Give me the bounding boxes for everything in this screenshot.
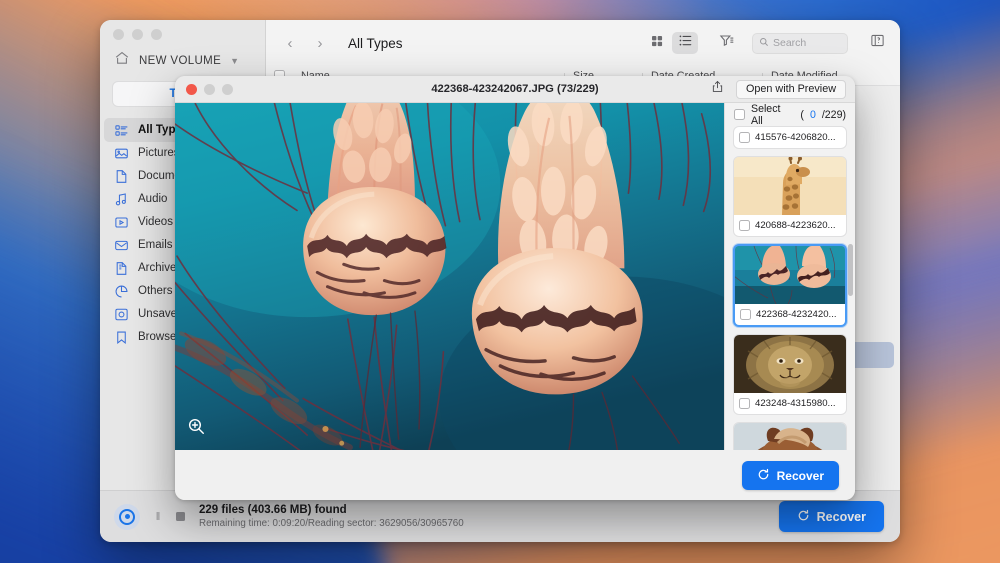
thumbnail-card[interactable]: 415576-4206820...: [733, 126, 847, 149]
sidebar-item-label: Audio: [138, 193, 168, 205]
thumbnail-row: 422368-4232420...: [735, 304, 845, 325]
thumbnail-card[interactable]: 431600-4392910...: [733, 422, 847, 450]
home-icon: [114, 50, 130, 71]
scan-status-text: 229 files (403.66 MB) found Remaining ti…: [199, 504, 464, 529]
thumbnail-scrollbar[interactable]: [848, 244, 853, 296]
search-input[interactable]: Search: [752, 32, 848, 54]
preview-title-actions: Open with Preview: [709, 79, 846, 99]
emails-icon: [114, 238, 129, 253]
scan-progress-indicator: [114, 503, 140, 530]
giraffe-thumbnail: [734, 157, 846, 215]
browser-bookmarks-icon: [114, 330, 129, 345]
all-types-icon: [114, 123, 129, 138]
hippo-thumbnail: [734, 423, 846, 450]
image-preview-window: 422368-423242067.JPG (73/229) Open with …: [175, 76, 855, 500]
preview-image-pane[interactable]: [175, 103, 724, 450]
maximize-button[interactable]: [151, 28, 162, 40]
select-all-row[interactable]: Select All (0/229): [725, 102, 855, 127]
thumbnail-filename: 422368-4232420...: [756, 309, 837, 320]
thumbnail-rail: Select All (0/229) 415576-4206820... 420…: [724, 103, 855, 450]
search-placeholder-text: Search: [773, 37, 807, 49]
grid-view-button[interactable]: [644, 32, 670, 54]
files-found-label: 229 files (403.66 MB) found: [199, 504, 347, 516]
sidebar-item-label: Emails: [138, 239, 173, 251]
thumbnail-card[interactable]: 420688-4223620...: [733, 156, 847, 237]
others-icon: [114, 284, 129, 299]
select-all-label: Select All: [751, 102, 781, 127]
thumbnail-checkbox[interactable]: [739, 398, 750, 409]
stop-scan-button[interactable]: [176, 512, 185, 521]
back-button[interactable]: ‹: [280, 32, 300, 54]
filter-icon: [719, 33, 734, 53]
main-window-traffic-lights: [100, 20, 265, 48]
share-icon: [711, 80, 724, 98]
pause-scan-button[interactable]: ‖: [151, 511, 165, 523]
recover-button-label: Recover: [816, 509, 866, 524]
manual-button[interactable]: [866, 32, 888, 54]
select-all-checkbox[interactable]: [734, 109, 745, 120]
thumbnail-list[interactable]: 415576-4206820... 420688-4223620... 4223…: [725, 126, 855, 450]
preview-title-bar: 422368-423242067.JPG (73/229) Open with …: [175, 76, 855, 103]
thumbnail-row: 423248-4315980...: [734, 393, 846, 414]
list-view-icon: [678, 33, 693, 53]
chevron-down-icon: ▼: [230, 55, 240, 66]
jellyfish-thumbnail: [735, 246, 845, 304]
preview-body: Select All (0/229) 415576-4206820... 420…: [175, 103, 855, 450]
preview-close-button[interactable]: [186, 83, 197, 95]
refresh-icon: [757, 468, 770, 484]
preview-footer: Recover: [175, 450, 855, 500]
toolbar: ‹ › All Types Search: [266, 20, 900, 66]
volume-name-label: NEW VOLUME: [139, 54, 222, 67]
sidebar-item-label: Pictures: [138, 147, 180, 159]
archives-icon: [114, 261, 129, 276]
zoom-in-button[interactable]: [186, 417, 206, 441]
thumbnail-row: 420688-4223620...: [734, 215, 846, 236]
sidebar-item-label: Others: [138, 285, 173, 297]
jellyfish-photo: [175, 103, 724, 450]
thumbnail-row: 415576-4206820...: [734, 127, 846, 148]
videos-icon: [114, 215, 129, 230]
grid-view-icon: [650, 34, 664, 53]
thumbnail-filename: 415576-4206820...: [755, 132, 836, 143]
recover-button-main[interactable]: Recover: [778, 501, 884, 532]
manual-book-icon: [870, 33, 885, 53]
search-icon: [759, 34, 769, 52]
recover-button-label: Recover: [776, 468, 824, 483]
thumbnail-checkbox[interactable]: [739, 220, 750, 231]
preview-traffic-lights: [186, 83, 233, 95]
selected-count: 0: [809, 108, 816, 121]
select-all-open-paren: (: [800, 108, 804, 121]
open-with-preview-button[interactable]: Open with Preview: [735, 79, 846, 99]
thumbnail-checkbox[interactable]: [740, 309, 751, 320]
preview-minimize-button[interactable]: [204, 83, 215, 95]
filter-button[interactable]: [714, 32, 738, 54]
close-button[interactable]: [113, 28, 124, 40]
list-view-button[interactable]: [672, 32, 698, 54]
zoom-in-icon: [187, 417, 206, 441]
thumbnail-card[interactable]: 423248-4315980...: [733, 334, 847, 415]
total-count: /229): [821, 108, 846, 121]
refresh-icon: [797, 509, 810, 525]
thumbnail-filename: 423248-4315980...: [755, 398, 836, 409]
sidebar-item-label: Videos: [138, 216, 173, 228]
thumbnail-checkbox[interactable]: [739, 132, 750, 143]
pictures-icon: [114, 146, 129, 161]
forward-button[interactable]: ›: [310, 32, 330, 54]
minimize-button[interactable]: [132, 28, 143, 40]
lion-thumbnail: [734, 335, 846, 393]
unsaved-files-icon: [114, 307, 129, 322]
share-button[interactable]: [709, 80, 727, 98]
audio-icon: [114, 192, 129, 207]
thumbnail-filename: 420688-4223620...: [755, 220, 836, 231]
documents-icon: [114, 169, 129, 184]
thumbnail-card-selected[interactable]: 422368-4232420...: [733, 244, 847, 327]
preview-maximize-button[interactable]: [222, 83, 233, 95]
recover-button-preview[interactable]: Recover: [741, 461, 839, 490]
breadcrumb: All Types: [348, 35, 403, 51]
scan-progress-label: Remaining time: 0:09:20/Reading sector: …: [199, 518, 464, 529]
view-mode-segmented-control: [644, 32, 698, 54]
